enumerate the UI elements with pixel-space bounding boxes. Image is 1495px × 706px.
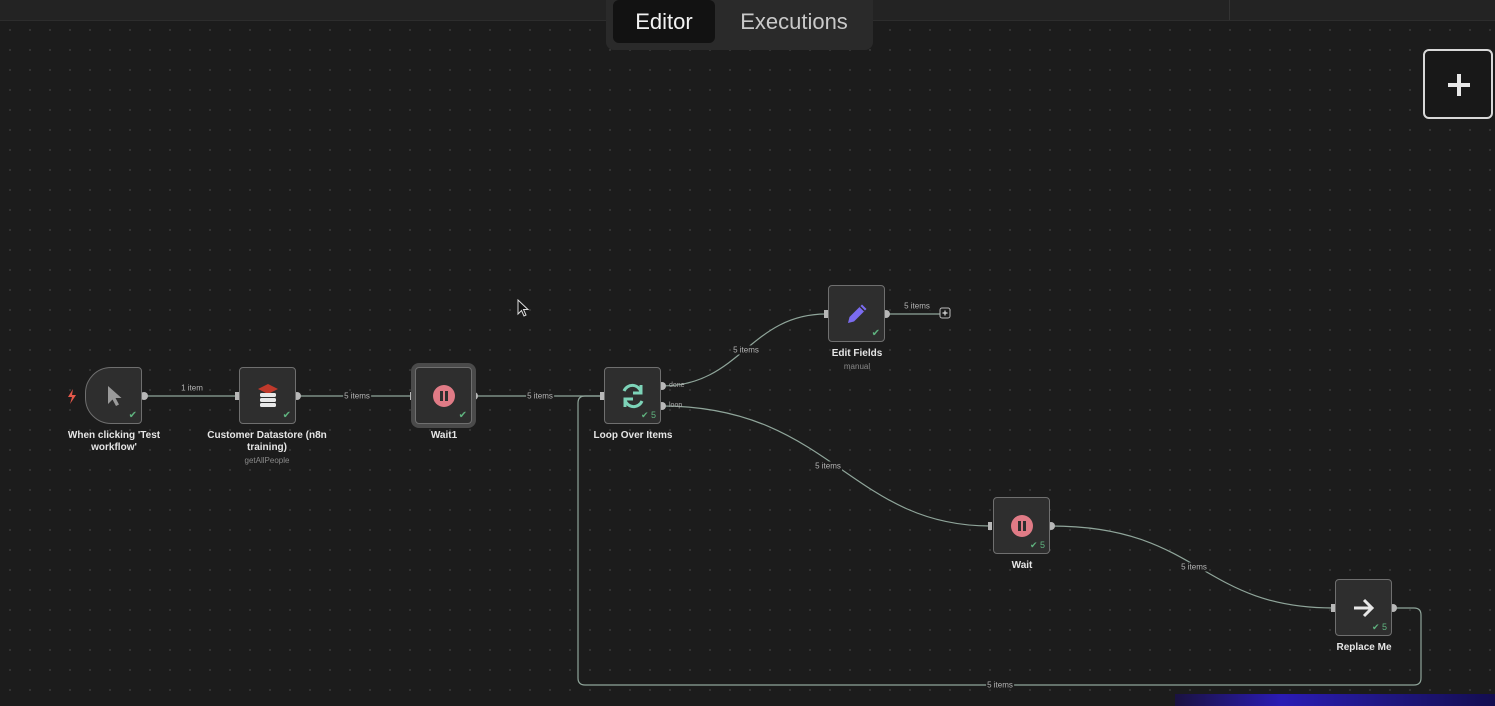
input-port[interactable] bbox=[988, 522, 992, 530]
run-count-value: 5 bbox=[1039, 540, 1045, 550]
arrow-right-icon bbox=[1353, 598, 1374, 617]
node-wait1[interactable]: ✔ bbox=[415, 367, 472, 424]
pencil-icon bbox=[847, 304, 866, 323]
run-count: ✔ 5 bbox=[1371, 622, 1387, 632]
node-edit-fields[interactable]: ✔ bbox=[828, 285, 885, 342]
node-subtitle: getAllPeople bbox=[244, 456, 290, 465]
node-subtitle: manual bbox=[843, 362, 871, 371]
mouse-pointer-icon bbox=[517, 299, 530, 317]
run-count-value: 5 bbox=[650, 410, 656, 420]
pause-icon bbox=[1010, 514, 1033, 537]
bottom-glow bbox=[1175, 694, 1495, 706]
edge-label: 5 items bbox=[526, 391, 554, 401]
pause-icon bbox=[432, 384, 455, 407]
node-label: Loop Over Items bbox=[593, 430, 673, 441]
success-check-icon: ✔ bbox=[458, 410, 467, 421]
run-count: ✔ 5 bbox=[640, 410, 656, 420]
run-count: ✔ 5 bbox=[1029, 540, 1045, 550]
node-label: Wait bbox=[1011, 560, 1033, 571]
port-label-done: done bbox=[669, 382, 685, 389]
success-check-icon: ✔ bbox=[871, 328, 880, 339]
success-check-icon: ✔ bbox=[128, 410, 137, 421]
edge-label: 5 items bbox=[903, 301, 931, 311]
input-port[interactable] bbox=[410, 392, 414, 400]
port-label-loop: loop bbox=[669, 402, 683, 409]
node-label: Wait1 bbox=[430, 430, 458, 441]
node-loop-over-items[interactable]: ✔ 5 bbox=[604, 367, 661, 424]
add-connection-icon[interactable] bbox=[939, 307, 951, 319]
node-label: Replace Me bbox=[1336, 642, 1392, 653]
edge-label: 5 items bbox=[732, 345, 760, 355]
node-customer-datastore[interactable]: ✔ bbox=[239, 367, 296, 424]
node-manual-trigger[interactable]: ✔ bbox=[85, 367, 142, 424]
refresh-icon bbox=[622, 383, 643, 408]
cursor-icon bbox=[107, 385, 121, 406]
lightning-icon bbox=[68, 389, 76, 404]
node-wait[interactable]: ✔ 5 bbox=[993, 497, 1050, 554]
node-replace-me[interactable]: ✔ 5 bbox=[1335, 579, 1392, 636]
database-icon bbox=[257, 383, 278, 407]
node-label: When clicking 'Test workflow' bbox=[67, 430, 161, 453]
edge-label: 5 items bbox=[814, 461, 842, 471]
node-label: Customer Datastore (n8n training) bbox=[207, 430, 327, 453]
edge-label: 5 items bbox=[986, 680, 1014, 690]
run-count-value: 5 bbox=[1381, 622, 1387, 632]
edge-label: 5 items bbox=[343, 391, 371, 401]
edge-label: 5 items bbox=[1180, 562, 1208, 572]
success-check-icon: ✔ bbox=[282, 410, 291, 421]
node-label: Edit Fields bbox=[831, 348, 883, 359]
edge-label: 1 item bbox=[180, 383, 204, 393]
